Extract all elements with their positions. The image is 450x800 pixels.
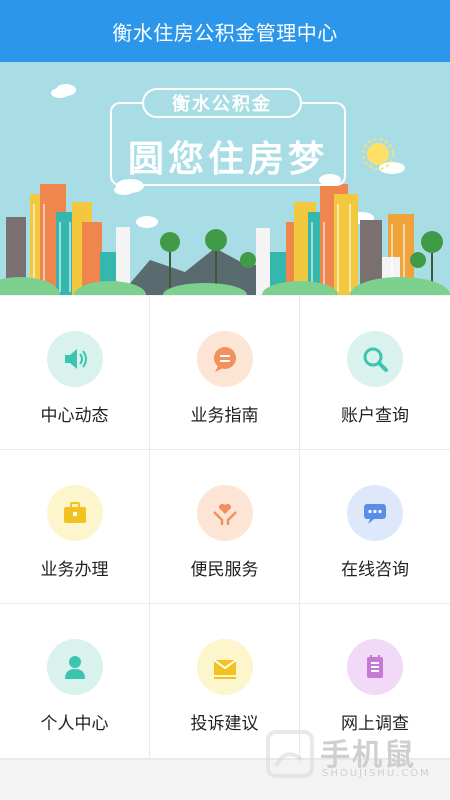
hero-banner[interactable]: 衡水公积金 圆您住房梦 (0, 62, 450, 295)
menu-grid: 中心动态 业务指南 账户查询 业务办理 便民服务 在线咨询 个人中心 投诉建议 … (0, 296, 450, 760)
chat-bubble-icon (196, 331, 253, 387)
page-title: 衡水住房公积金管理中心 (112, 20, 338, 45)
briefcase-icon (46, 485, 103, 541)
menu-item-guide[interactable]: 业务指南 (150, 296, 299, 449)
notepad-icon (347, 639, 403, 695)
app-header: 衡水住房公积金管理中心 (0, 0, 450, 62)
menu-item-personal[interactable]: 个人中心 (0, 604, 149, 758)
menu-label: 中心动态 (40, 406, 109, 426)
menu-item-service[interactable]: 便民服务 (150, 450, 299, 603)
menu-item-consult[interactable]: 在线咨询 (300, 450, 450, 603)
menu-label: 业务办理 (40, 560, 109, 580)
person-icon (46, 639, 103, 695)
menu-label: 便民服务 (190, 560, 259, 580)
watermark-subtext: SHOUJISHU.COM (322, 768, 431, 779)
menu-label: 个人中心 (40, 714, 109, 734)
speaker-icon (46, 331, 103, 387)
banner-slogan: 圆您住房梦 (127, 139, 328, 180)
menu-label: 在线咨询 (341, 560, 409, 580)
menu-label: 业务指南 (190, 406, 259, 426)
menu-item-account-query[interactable]: 账户查询 (300, 296, 450, 449)
menu-label: 投诉建议 (190, 714, 259, 734)
search-icon (347, 331, 403, 387)
menu-item-business[interactable]: 业务办理 (0, 450, 149, 603)
banner-sign-top: 衡水公积金 (142, 88, 302, 118)
menu-item-news[interactable]: 中心动态 (0, 296, 149, 449)
heart-hands-icon (196, 485, 253, 541)
envelope-icon (196, 639, 253, 695)
message-icon (347, 485, 403, 541)
menu-label: 账户查询 (341, 406, 409, 426)
